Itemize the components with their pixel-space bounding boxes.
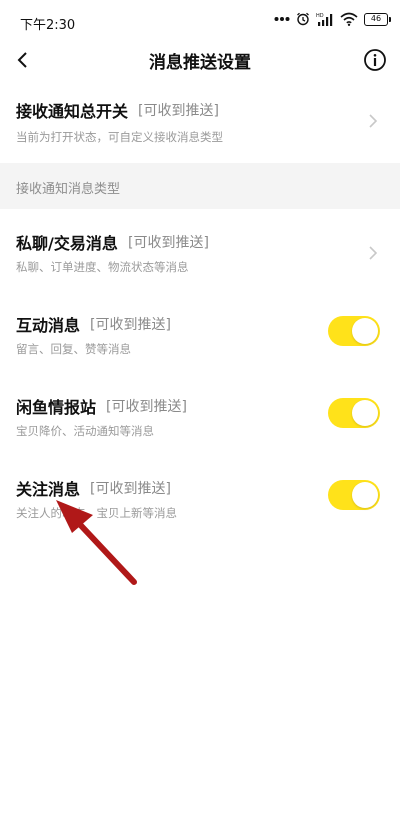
master-switch-row[interactable]: 接收通知总开关 [可收到推送] 当前为打开状态，可自定义接收消息类型 (0, 92, 400, 162)
page-title: 消息推送设置 (149, 53, 251, 73)
push-status-tag: [可收到推送] (138, 103, 219, 119)
list-item-private-trade[interactable]: 私聊/交易消息 [可收到推送] 私聊、订单进度、物流状态等消息 (0, 222, 400, 292)
svg-text:HD: HD (316, 13, 324, 19)
alarm-icon (297, 12, 309, 26)
battery-icon: 46 (364, 12, 391, 26)
interaction-toggle[interactable] (328, 316, 380, 346)
item-title: 关注消息 (16, 480, 81, 499)
item-subtitle: 关注人的动态、宝贝上新等消息 (16, 506, 177, 520)
wifi-icon (340, 12, 358, 26)
info-button[interactable] (362, 47, 388, 73)
list-item-intel-station: 闲鱼情报站 [可收到推送] 宝贝降价、活动通知等消息 (0, 386, 400, 456)
push-status-tag: [可收到推送] (90, 317, 171, 333)
list-item-follow: 关注消息 [可收到推送] 关注人的动态、宝贝上新等消息 (0, 468, 400, 538)
item-title: 互动消息 (16, 316, 81, 335)
push-status-tag: [可收到推送] (106, 399, 187, 415)
status-icons: HD 46 (274, 12, 391, 26)
follow-toggle[interactable] (328, 480, 380, 510)
chevron-right-icon (369, 114, 378, 128)
push-status-tag: [可收到推送] (90, 481, 171, 497)
status-time: 下午2:30 (20, 18, 76, 33)
intel-station-toggle[interactable] (328, 398, 380, 428)
toggle-knob (352, 400, 378, 426)
toggle-knob (352, 482, 378, 508)
list-item-interaction: 互动消息 [可收到推送] 留言、回复、赞等消息 (0, 304, 400, 374)
master-switch-title: 接收通知总开关 (16, 102, 129, 121)
item-subtitle: 私聊、订单进度、物流状态等消息 (16, 260, 189, 274)
item-subtitle: 宝贝降价、活动通知等消息 (16, 424, 154, 438)
push-status-tag: [可收到推送] (128, 235, 209, 251)
item-title: 闲鱼情报站 (16, 398, 97, 417)
master-switch-subtitle: 当前为打开状态，可自定义接收消息类型 (16, 130, 223, 144)
status-bar: 下午2:30 HD 46 (0, 0, 400, 44)
dots-icon (274, 17, 290, 21)
item-title: 私聊/交易消息 (16, 234, 118, 253)
info-icon (364, 49, 386, 71)
hd-signal-icon: HD (316, 13, 333, 26)
toggle-knob (352, 318, 378, 344)
section-header-label: 接收通知消息类型 (16, 182, 121, 197)
chevron-right-icon (369, 246, 378, 260)
nav-bar: 消息推送设置 (0, 42, 400, 78)
section-header: 接收通知消息类型 (0, 163, 400, 209)
item-subtitle: 留言、回复、赞等消息 (16, 342, 131, 356)
